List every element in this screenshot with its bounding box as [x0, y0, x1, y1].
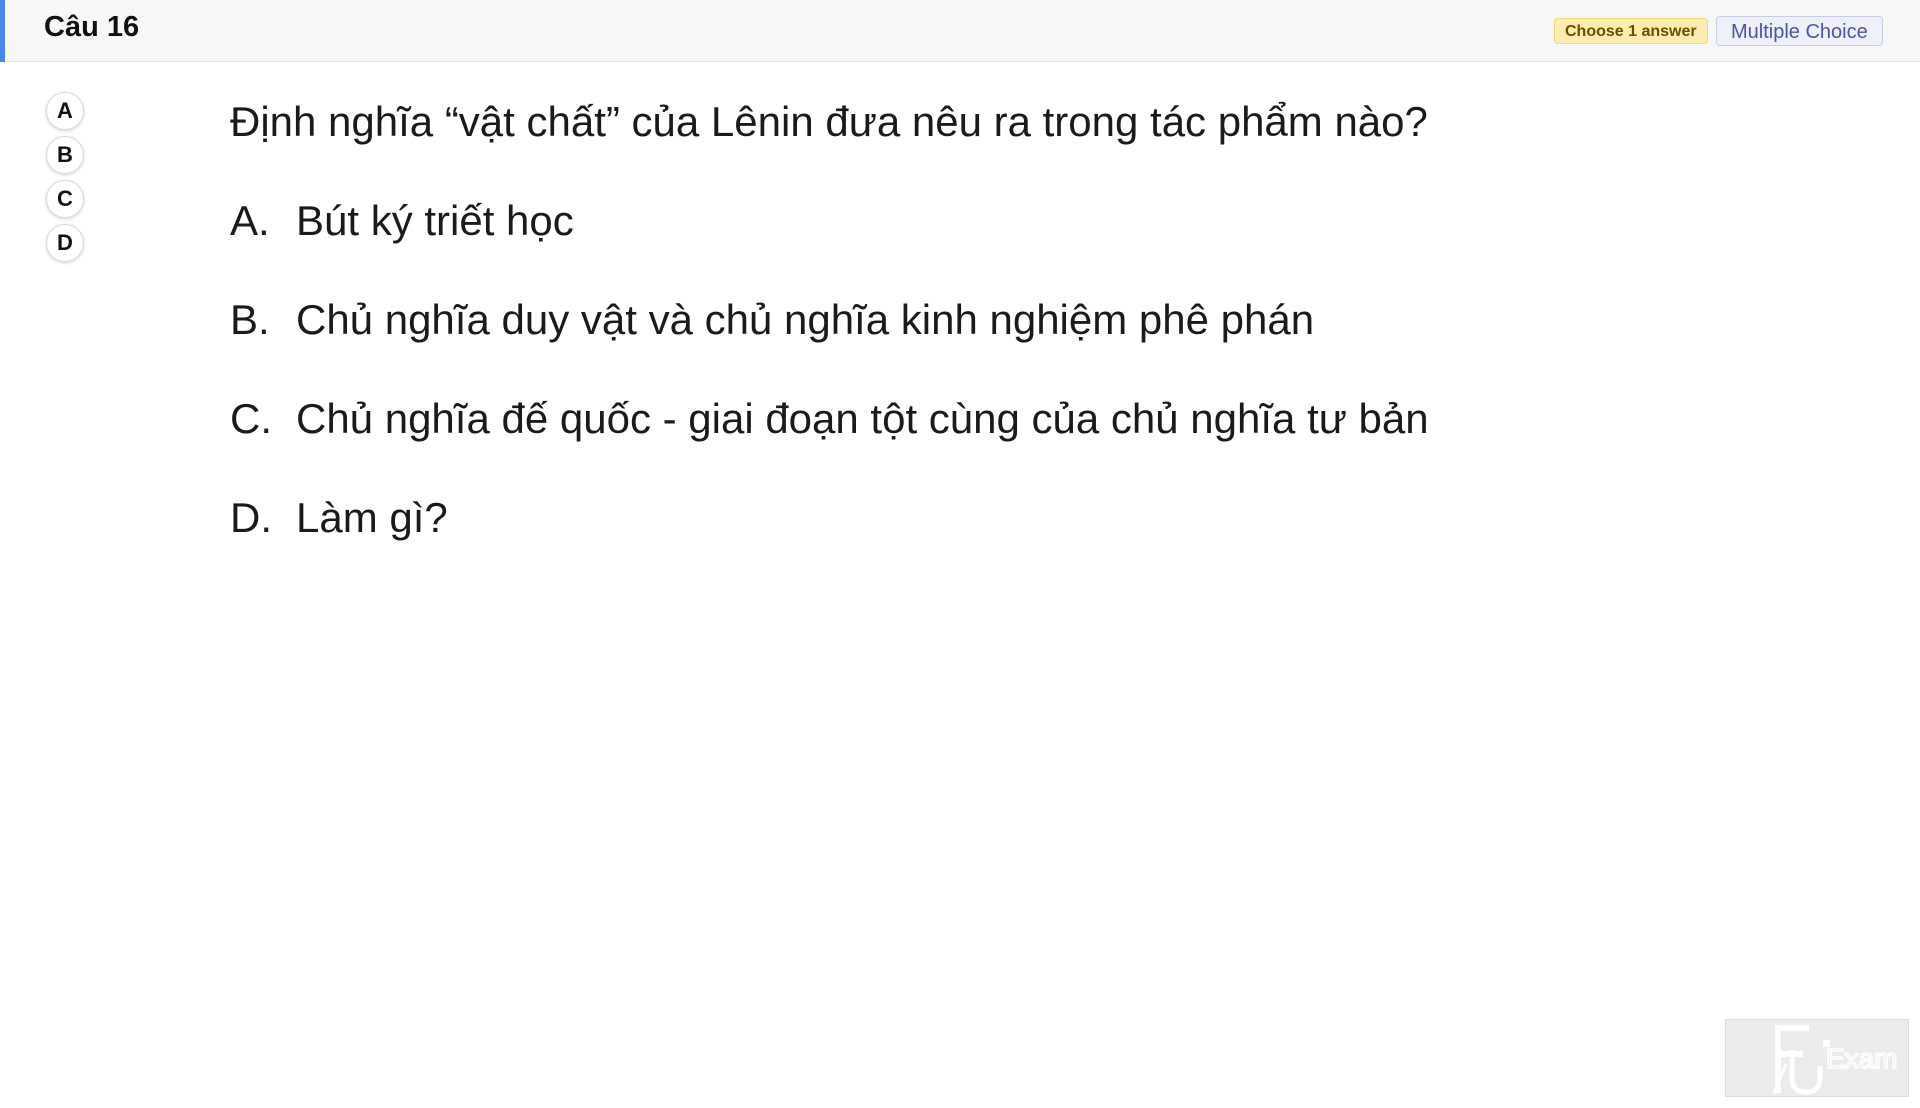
question-header: Câu 16 Choose 1 answer Multiple Choice — [0, 0, 1920, 62]
answer-b-text: Chủ nghĩa duy vật và chủ nghĩa kinh nghi… — [296, 296, 1315, 343]
option-b-button[interactable]: B — [46, 136, 84, 174]
answer-c-letter: C. — [230, 395, 272, 442]
answer-d-letter: D. — [230, 494, 272, 541]
answer-d-text: Làm gì? — [296, 494, 448, 541]
question-number-title: Câu 16 — [44, 11, 140, 43]
answer-c-text: Chủ nghĩa đế quốc - giai đoạn tột cùng c… — [296, 395, 1429, 442]
question-text: Định nghĩa “vật chất” của Lênin đưa nêu … — [230, 98, 1428, 145]
option-a-button[interactable]: A — [46, 92, 84, 130]
exam-page: Câu 16 Choose 1 answer Multiple Choice A… — [0, 0, 1920, 1108]
answer-a: A. Bút ký triết học — [230, 191, 1730, 251]
answer-c: C. Chủ nghĩa đế quốc - giai đoạn tột cùng… — [230, 389, 1730, 449]
answer-a-letter: A. — [230, 197, 270, 244]
fu-exam-logo-icon: Exam — [1772, 1025, 1898, 1095]
instruction-badge: Choose 1 answer — [1554, 18, 1708, 44]
answer-d: D. Làm gì? — [230, 488, 1730, 548]
question-content: Định nghĩa “vật chất” của Lênin đưa nêu … — [230, 92, 1730, 587]
option-d-button[interactable]: D — [46, 224, 84, 262]
option-c-button[interactable]: C — [46, 180, 84, 218]
answer-a-text: Bút ký triết học — [296, 197, 574, 244]
header-accent-bar — [0, 0, 5, 62]
fu-exam-logo: Exam — [1725, 1019, 1909, 1097]
answer-b: B. Chủ nghĩa duy vật và chủ nghĩa kinh ng… — [230, 290, 1730, 350]
answer-b-letter: B. — [230, 296, 270, 343]
question-type-badge: Multiple Choice — [1716, 16, 1883, 46]
svg-text:Exam: Exam — [1826, 1043, 1898, 1074]
